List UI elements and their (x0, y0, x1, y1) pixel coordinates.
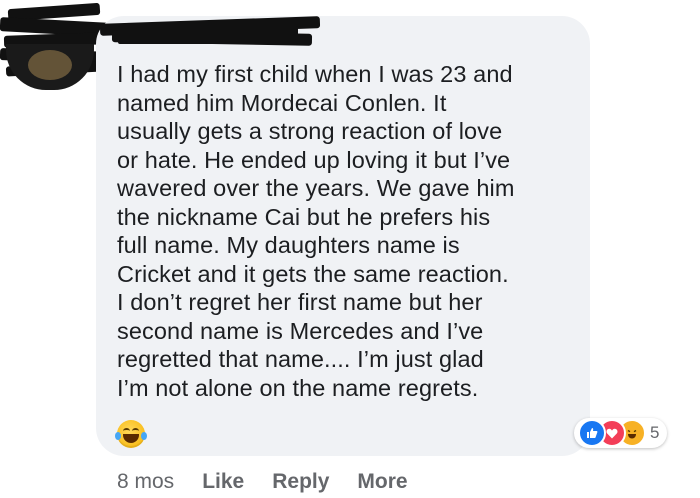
reply-button[interactable]: Reply (272, 470, 329, 494)
reaction-summary[interactable]: 5 (574, 418, 668, 448)
comment-text: I had my first child when I was 23 and n… (117, 61, 515, 401)
like-button[interactable]: Like (202, 470, 244, 494)
like-icon (578, 419, 606, 447)
timestamp-link[interactable]: 8 mos (117, 470, 174, 494)
reaction-count: 5 (650, 423, 660, 442)
laughing-tears-emoji-icon (115, 420, 147, 448)
avatar[interactable] (6, 44, 94, 90)
comment-actions: 8 mos Like Reply More (117, 470, 408, 494)
more-button[interactable]: More (357, 470, 407, 494)
author-name-redacted[interactable] (118, 26, 298, 44)
